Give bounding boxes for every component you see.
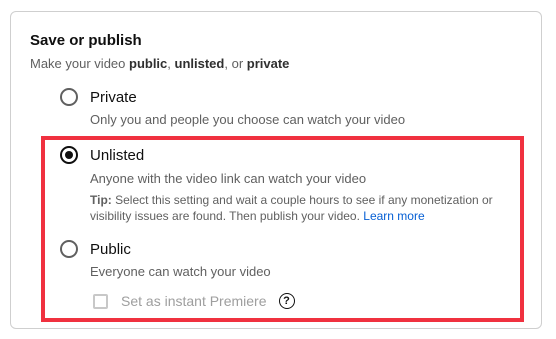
radio-option-unlisted[interactable]: Unlisted — [60, 146, 144, 164]
unlisted-radio-button[interactable] — [60, 146, 78, 164]
public-description: Everyone can watch your video — [90, 264, 271, 279]
tip-text: Select this setting and wait a couple ho… — [90, 193, 493, 223]
private-description: Only you and people you choose can watch… — [90, 112, 406, 127]
private-radio-button[interactable] — [60, 88, 78, 106]
public-label: Public — [90, 240, 131, 258]
unlisted-description: Anyone with the video link can watch you… — [90, 171, 367, 186]
unlisted-label: Unlisted — [90, 146, 145, 164]
unlisted-tip: Tip: Select this setting and wait a coup… — [90, 192, 510, 224]
instant-premiere-checkbox[interactable] — [93, 293, 108, 309]
instant-premiere-option[interactable]: Set as instant Premiere ? — [93, 293, 295, 309]
public-radio-button[interactable] — [60, 240, 78, 258]
section-title: Save or publish — [30, 32, 142, 49]
tip-prefix: Tip: — [90, 193, 112, 207]
instant-premiere-label: Set as instant Premiere — [121, 293, 267, 309]
radio-option-private[interactable]: Private — [60, 88, 137, 106]
section-subtitle: Make your video public, unlisted, or pri… — [30, 56, 290, 71]
learn-more-link[interactable]: Learn more — [363, 209, 424, 223]
radio-option-public[interactable]: Public — [60, 240, 131, 258]
private-label: Private — [90, 88, 137, 106]
question-circle-icon[interactable]: ? — [278, 293, 295, 309]
